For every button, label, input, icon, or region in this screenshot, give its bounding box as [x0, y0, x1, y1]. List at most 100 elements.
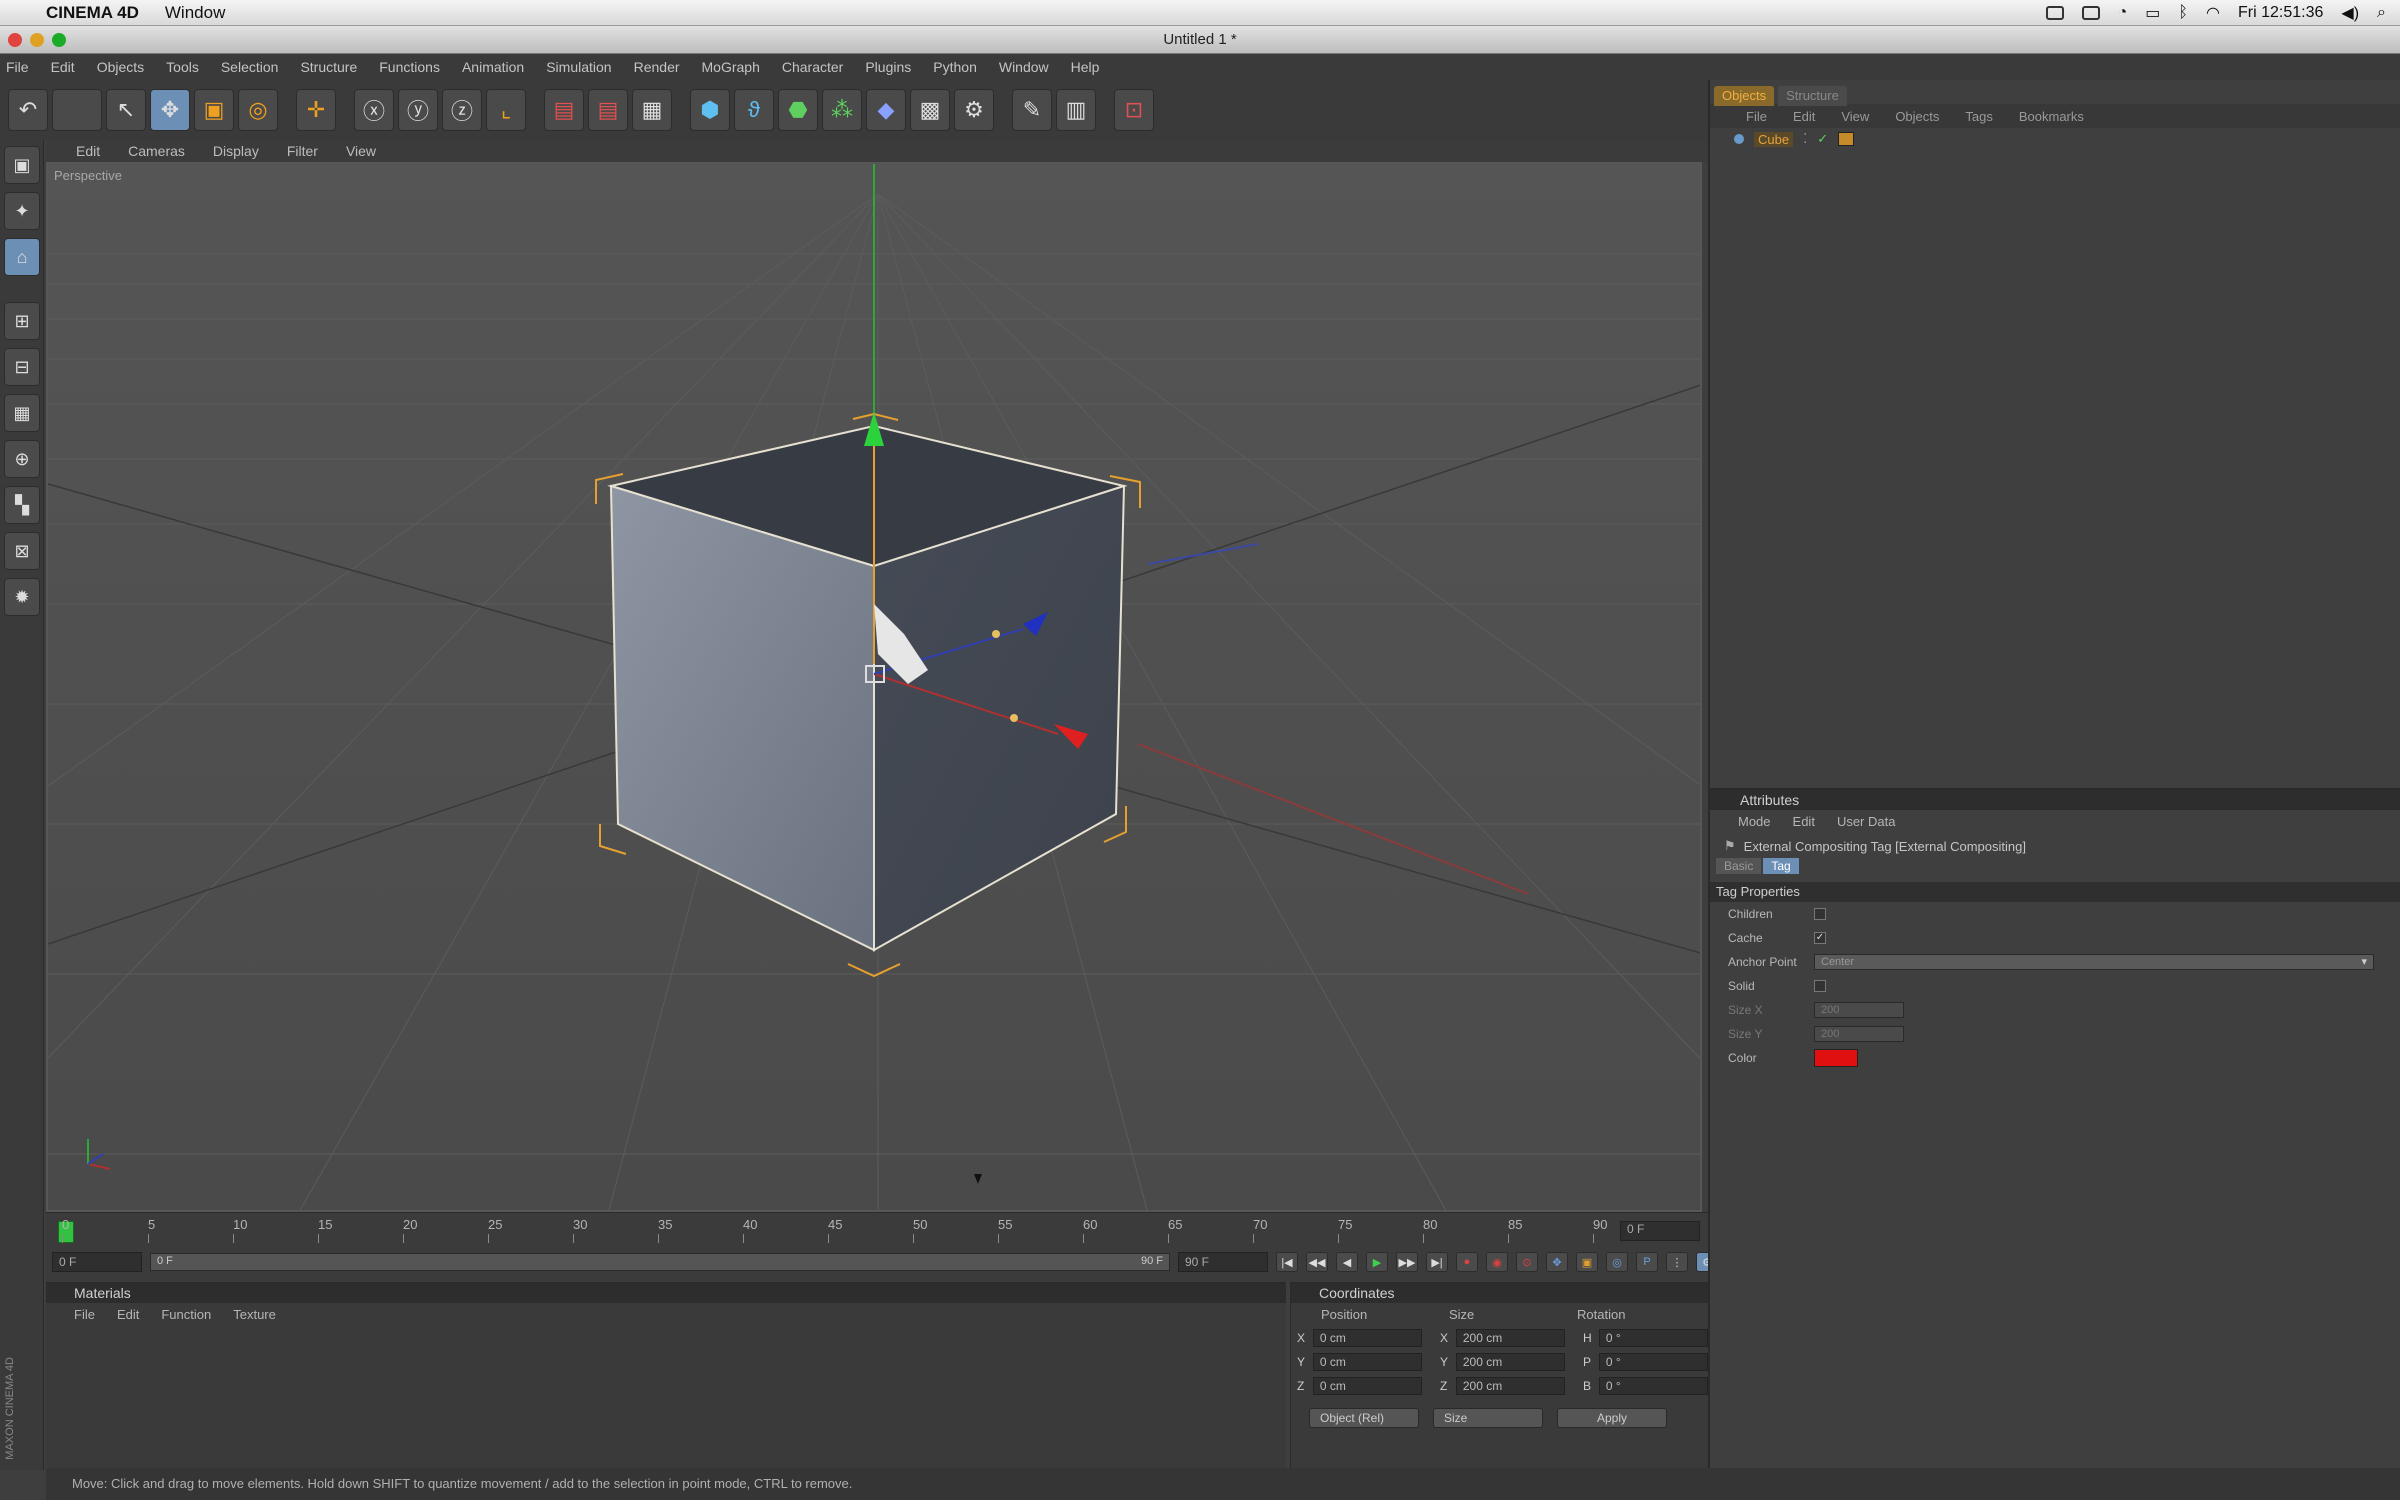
children-checkbox[interactable]: [1814, 908, 1826, 920]
rotation-b-field[interactable]: 0 °: [1598, 1377, 1708, 1395]
x-axis-lock-icon[interactable]: ⓧ: [354, 89, 394, 131]
menu-edit[interactable]: Edit: [51, 59, 75, 75]
array-icon[interactable]: ⁂: [822, 89, 862, 131]
timeline-end-field[interactable]: 0 F: [1620, 1221, 1700, 1241]
axis-mode-icon[interactable]: ⊕: [4, 440, 40, 478]
size-z-field[interactable]: 200 cm: [1455, 1377, 1565, 1395]
bluetooth-icon[interactable]: ᛒ: [2178, 4, 2188, 22]
scene-floor-icon[interactable]: ▩: [910, 89, 950, 131]
enabled-check-icon[interactable]: ✓: [1817, 131, 1828, 147]
live-selection-icon[interactable]: ↖: [106, 89, 146, 131]
previous-key-icon[interactable]: ◀◀: [1306, 1252, 1328, 1272]
viewport-menu-filter[interactable]: Filter: [287, 143, 318, 159]
anchor-point-select[interactable]: Center: [1814, 954, 2374, 970]
menu-objects[interactable]: Objects: [97, 59, 144, 75]
menu-plugins[interactable]: Plugins: [865, 59, 911, 75]
display-icon[interactable]: [2081, 6, 2100, 20]
perspective-viewport[interactable]: Perspective: [46, 162, 1702, 1212]
model-mode-icon[interactable]: ⌂: [4, 238, 40, 276]
materials-menu-edit[interactable]: Edit: [117, 1307, 139, 1322]
size-mode-select[interactable]: Size: [1433, 1408, 1543, 1428]
minimize-window-button[interactable]: [30, 33, 44, 47]
size-x-field[interactable]: 200 cm: [1455, 1329, 1565, 1347]
workplane-icon[interactable]: ⊠: [4, 532, 40, 570]
nurbs-icon[interactable]: ⬣: [778, 89, 818, 131]
solid-checkbox[interactable]: [1814, 980, 1826, 992]
timeline-ruler[interactable]: 0 5 10 15 20 25 30 35 40 45 50 55 60 65 …: [52, 1217, 1652, 1245]
menu-python[interactable]: Python: [933, 59, 977, 75]
menu-structure[interactable]: Structure: [300, 59, 357, 75]
tab-objects[interactable]: Objects: [1714, 86, 1775, 106]
coordinate-mode-select[interactable]: Object (Rel): [1309, 1408, 1419, 1428]
position-y-field[interactable]: 0 cm: [1312, 1353, 1422, 1371]
objects-menu-objects[interactable]: Objects: [1895, 109, 1939, 124]
rotation-p-field[interactable]: 0 °: [1598, 1353, 1708, 1371]
menu-mograph[interactable]: MoGraph: [702, 59, 760, 75]
parameter-key-icon[interactable]: P: [1636, 1252, 1658, 1272]
rotation-h-field[interactable]: 0 °: [1598, 1329, 1708, 1347]
play-forwards-icon[interactable]: ▶: [1366, 1252, 1388, 1272]
light-object-icon[interactable]: ✎: [1012, 89, 1052, 131]
menu-window[interactable]: Window: [165, 3, 225, 23]
menu-functions[interactable]: Functions: [379, 59, 440, 75]
clock-text[interactable]: Fri 12:51:36: [2238, 4, 2323, 22]
render-settings-icon[interactable]: ▦: [632, 89, 672, 131]
cache-checkbox[interactable]: ✓: [1814, 932, 1826, 944]
recent-tool-icon[interactable]: ✛: [296, 89, 336, 131]
tab-structure[interactable]: Structure: [1778, 86, 1847, 106]
compositing-tag-icon[interactable]: [1838, 132, 1855, 146]
autokeying-icon[interactable]: ◉: [1486, 1252, 1508, 1272]
layout-icon[interactable]: ▥: [1056, 89, 1096, 131]
spotlight-icon[interactable]: ⌕: [2377, 4, 2386, 22]
objects-menu-edit[interactable]: Edit: [1793, 109, 1815, 124]
materials-menu-texture[interactable]: Texture: [233, 1307, 276, 1322]
camera-object-icon[interactable]: ⚙: [954, 89, 994, 131]
attributes-menu-edit[interactable]: Edit: [1793, 814, 1815, 829]
preview-range-slider[interactable]: 0 F 90 F: [150, 1253, 1170, 1271]
close-window-button[interactable]: [8, 33, 22, 47]
objects-menu-bookmarks[interactable]: Bookmarks: [2019, 109, 2084, 124]
attributes-menu-mode[interactable]: Mode: [1738, 814, 1771, 829]
snapping-icon[interactable]: ✹: [4, 578, 40, 616]
render-view-icon[interactable]: ▤: [544, 89, 584, 131]
max-frame-field[interactable]: 90 F: [1178, 1252, 1268, 1272]
menu-file[interactable]: File: [6, 59, 29, 75]
position-z-field[interactable]: 0 cm: [1312, 1377, 1422, 1395]
go-to-end-icon[interactable]: ▶|: [1426, 1252, 1448, 1272]
materials-menu-function[interactable]: Function: [161, 1307, 211, 1322]
object-name[interactable]: Cube: [1754, 131, 1794, 147]
menu-character[interactable]: Character: [782, 59, 843, 75]
size-x-field[interactable]: 200: [1814, 1002, 1904, 1018]
keyframe-selection-icon[interactable]: ⊙: [1516, 1252, 1538, 1272]
apply-button[interactable]: Apply: [1557, 1408, 1667, 1428]
coordinate-system-icon[interactable]: ⌞: [486, 89, 526, 131]
camera-icon[interactable]: [2045, 6, 2064, 20]
menu-selection[interactable]: Selection: [221, 59, 279, 75]
texture-axis-icon[interactable]: ▚: [4, 486, 40, 524]
menu-window-app[interactable]: Window: [999, 59, 1049, 75]
current-frame-field[interactable]: 0 F: [52, 1252, 142, 1272]
play-backwards-icon[interactable]: ◀: [1336, 1252, 1358, 1272]
redo-icon[interactable]: [52, 89, 102, 131]
menu-help[interactable]: Help: [1071, 59, 1100, 75]
texture-mode-icon[interactable]: ✦: [4, 192, 40, 230]
edges-mode-icon[interactable]: ⊟: [4, 348, 40, 386]
viewport-menu-view[interactable]: View: [346, 143, 376, 159]
menu-animation[interactable]: Animation: [462, 59, 524, 75]
move-tool-icon[interactable]: ✥: [150, 89, 190, 131]
color-swatch[interactable]: [1814, 1049, 1858, 1067]
y-axis-lock-icon[interactable]: ⓨ: [398, 89, 438, 131]
menu-render[interactable]: Render: [634, 59, 680, 75]
scale-tool-icon[interactable]: ▣: [194, 89, 234, 131]
render-picture-viewer-icon[interactable]: ▤: [588, 89, 628, 131]
wifi-icon[interactable]: ◠: [2206, 3, 2220, 23]
position-x-field[interactable]: 0 cm: [1312, 1329, 1422, 1347]
cube-object-icon[interactable]: ⬢: [690, 89, 730, 131]
rotation-key-icon[interactable]: ◎: [1606, 1252, 1628, 1272]
next-key-icon[interactable]: ▶▶: [1396, 1252, 1418, 1272]
zoom-window-button[interactable]: [52, 33, 66, 47]
record-active-objects-icon[interactable]: ●: [1456, 1252, 1478, 1272]
go-to-start-icon[interactable]: |◀: [1276, 1252, 1298, 1272]
size-y-field[interactable]: 200 cm: [1455, 1353, 1565, 1371]
size-y-field[interactable]: 200: [1814, 1026, 1904, 1042]
